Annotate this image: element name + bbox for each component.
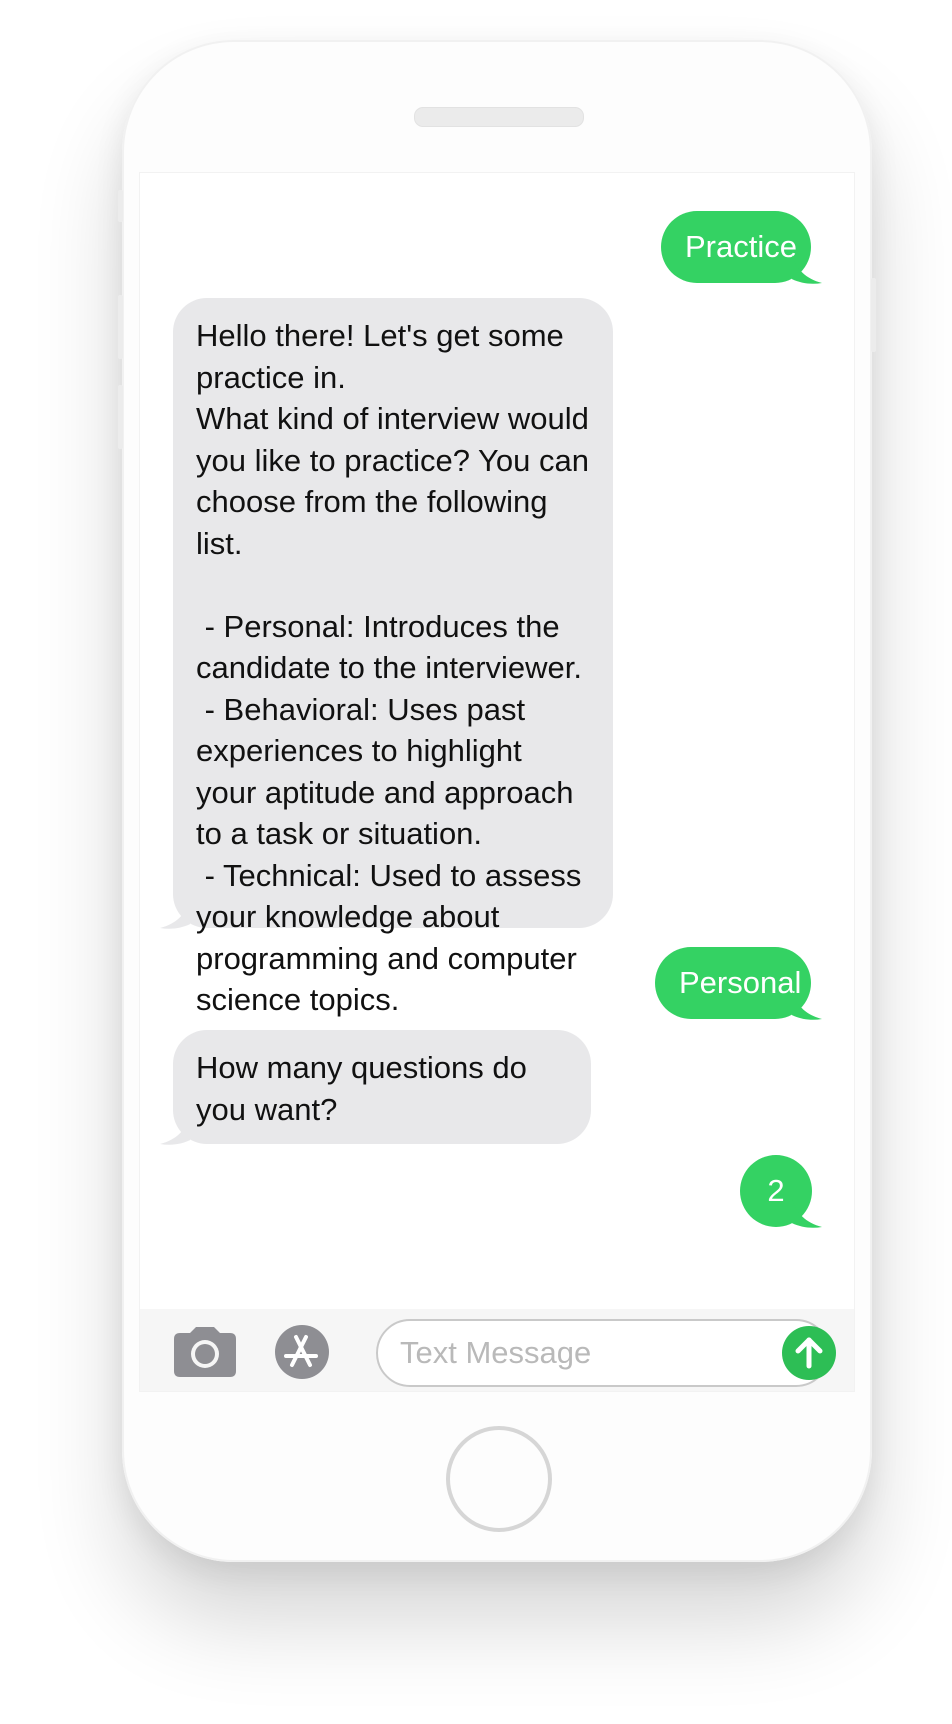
page: Practice Hello there! Let's get some pra…	[0, 0, 952, 1724]
volume-up-button	[118, 295, 123, 359]
home-button[interactable]	[446, 1426, 552, 1532]
outgoing-message: Personal	[655, 947, 811, 1019]
incoming-message: How many questions do you want?	[173, 1030, 591, 1144]
earpiece-speaker	[414, 107, 584, 127]
bubble-tail	[792, 1199, 822, 1228]
silent-switch	[118, 190, 123, 222]
bubble-tail	[792, 255, 822, 284]
messages-screen: Practice Hello there! Let's get some pra…	[139, 172, 855, 1392]
bubble-tail	[792, 991, 822, 1020]
bubble-tail	[160, 900, 190, 929]
volume-down-button	[118, 385, 123, 449]
power-button	[871, 278, 876, 352]
message-composer	[140, 1309, 854, 1391]
phone-frame: Practice Hello there! Let's get some pra…	[118, 40, 876, 1562]
bubble-tail	[160, 1116, 190, 1145]
app-store-icon[interactable]	[274, 1325, 344, 1379]
incoming-message: Hello there! Let's get some practice in.…	[173, 298, 613, 1017]
camera-icon[interactable]	[174, 1327, 236, 1377]
send-button[interactable]	[782, 1326, 836, 1380]
outgoing-message: Practice	[661, 211, 811, 283]
arrow-up-icon	[795, 1337, 823, 1369]
text-message-input[interactable]	[376, 1319, 830, 1387]
